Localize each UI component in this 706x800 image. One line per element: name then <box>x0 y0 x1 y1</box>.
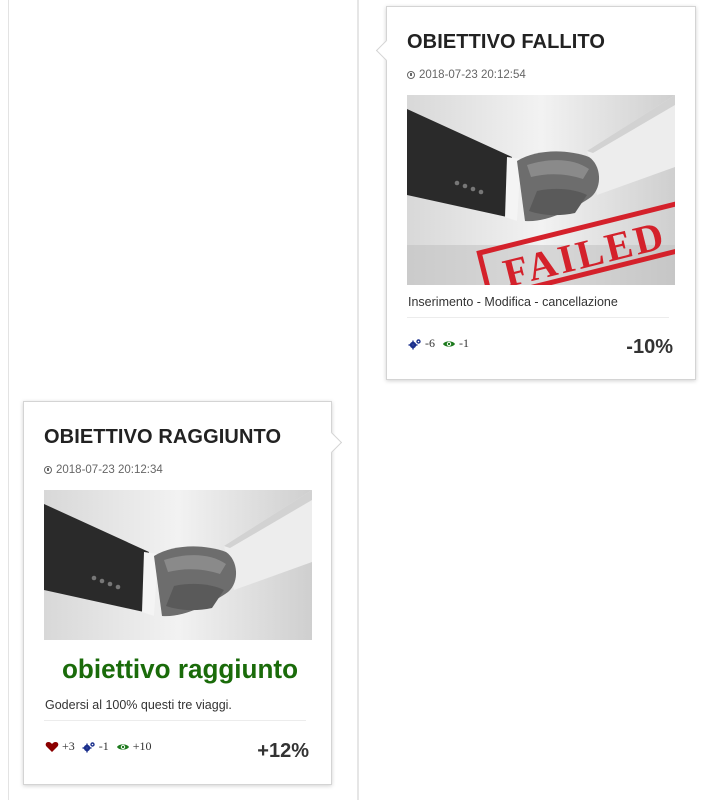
stat-value: -6 <box>425 336 435 350</box>
heart-icon <box>45 741 59 753</box>
card-percent: -10% <box>626 336 673 358</box>
card-date-text: 2018-07-23 20:12:54 <box>419 69 526 81</box>
stat-value: +10 <box>132 739 152 753</box>
card-title[interactable]: OBIETTIVO RAGGIUNTO <box>44 426 281 449</box>
stat-value: -1 <box>98 739 109 753</box>
timeline-card-achieved: OBIETTIVO RAGGIUNTO 2018-07-23 20:12:34 <box>23 401 343 785</box>
card-date: 2018-07-23 20:12:34 <box>44 464 163 476</box>
card-pointer-arrow <box>320 431 343 454</box>
card-stats: -6 -1 <box>408 336 473 351</box>
card-description: Inserimento - Modifica - cancellazione <box>408 295 618 309</box>
card-stats: +3 -1 +10 <box>45 739 156 754</box>
card-date: 2018-07-23 20:12:54 <box>407 69 526 81</box>
eye-icon <box>116 741 130 753</box>
card-divider <box>407 317 669 318</box>
stat-value: -1 <box>459 336 469 350</box>
card-image[interactable]: obiettivo raggiunto <box>44 490 312 686</box>
page-left-border <box>8 0 9 800</box>
clock-icon <box>407 71 415 79</box>
card-divider <box>44 720 306 721</box>
card-pointer-arrow <box>375 39 398 62</box>
achieved-caption-text: obiettivo raggiunto <box>62 654 298 684</box>
timeline-card-failed: OBIETTIVO FALLITO 2018-07-23 20:12:54 FA… <box>375 6 696 380</box>
cogs-icon <box>408 338 422 350</box>
card-percent: +12% <box>257 740 309 762</box>
stat-value: +3 <box>62 739 75 753</box>
card-date-text: 2018-07-23 20:12:34 <box>56 464 163 476</box>
card-title[interactable]: OBIETTIVO FALLITO <box>407 31 605 54</box>
eye-icon <box>442 338 456 350</box>
timeline-line <box>357 0 359 800</box>
card-image[interactable]: FAILED <box>407 95 675 285</box>
card-description: Godersi al 100% questi tre viaggi. <box>45 698 232 712</box>
cogs-icon <box>82 741 96 753</box>
clock-icon <box>44 466 52 474</box>
